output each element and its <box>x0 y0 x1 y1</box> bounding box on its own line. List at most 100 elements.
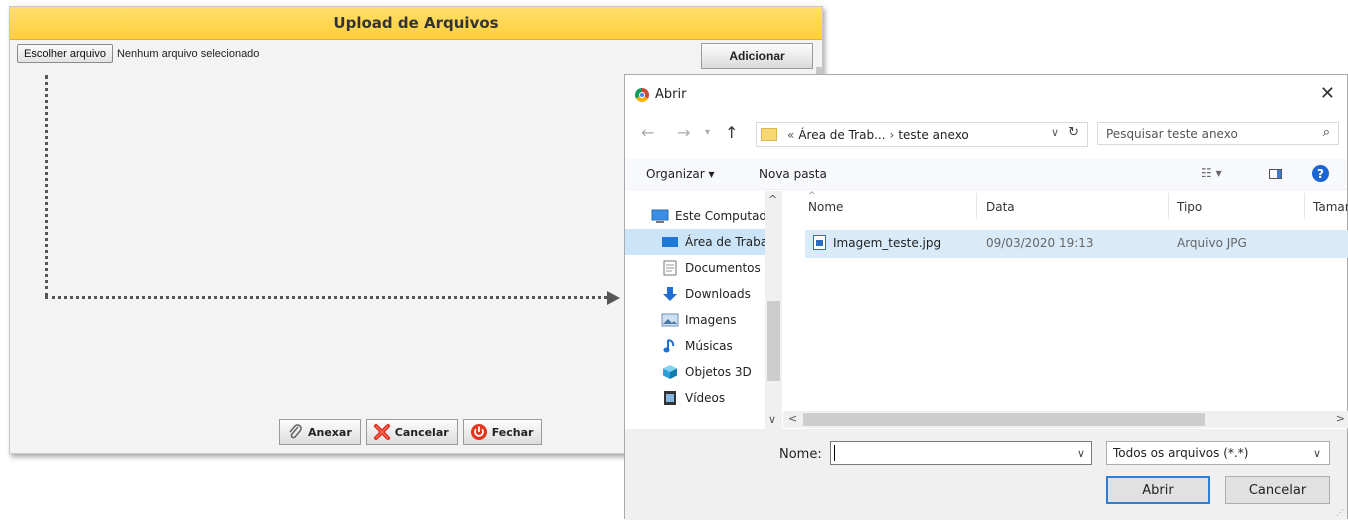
power-icon <box>470 423 488 441</box>
dotted-arrow-vertical <box>45 75 48 297</box>
address-bar[interactable]: « Área de Trab... › teste anexo ∨ ↻ <box>756 122 1088 147</box>
video-icon <box>661 391 679 405</box>
dialog-toolbar: Organizar ▾ Nova pasta ☷ ▾ ? <box>625 159 1347 190</box>
file-type-value: Todos os arquivos (*.*) <box>1113 446 1249 460</box>
red-x-icon <box>373 423 391 441</box>
address-separator: › <box>889 127 895 142</box>
cube-icon <box>661 365 679 379</box>
nav-item-label: Documentos <box>685 261 761 275</box>
file-type-select[interactable]: Todos os arquivos (*.*) ∨ <box>1106 441 1330 465</box>
nav-item-downloads[interactable]: Downloads <box>625 281 765 307</box>
column-date[interactable]: Data <box>986 200 1015 214</box>
column-type[interactable]: Tipo <box>1177 200 1202 214</box>
address-prefix: « <box>787 127 795 142</box>
file-date: 09/03/2020 19:13 <box>986 236 1094 250</box>
help-icon[interactable]: ? <box>1312 165 1329 182</box>
file-name: Imagem_teste.jpg <box>833 236 942 250</box>
close-label: Fechar <box>491 425 534 439</box>
computer-icon <box>651 209 669 223</box>
search-icon[interactable]: ⌕ <box>1323 125 1330 140</box>
navigation-pane: Este Computador Área de Trabalho Documen… <box>625 191 783 429</box>
hscroll-thumb[interactable] <box>803 413 1205 426</box>
nav-item-label: Downloads <box>685 287 751 301</box>
folder-icon <box>761 128 777 141</box>
upload-title: Upload de Arquivos <box>10 7 822 40</box>
forward-arrow-icon[interactable]: → <box>677 123 690 142</box>
arrow-head-icon <box>607 291 620 305</box>
preview-pane-icon[interactable] <box>1269 169 1282 179</box>
nav-item-desktop[interactable]: Área de Trabalho <box>625 229 765 255</box>
search-placeholder: Pesquisar teste anexo <box>1106 126 1238 141</box>
choose-file-button[interactable]: Escolher arquivo <box>17 44 113 63</box>
nav-item-music[interactable]: Músicas <box>625 333 765 359</box>
jpg-file-icon <box>813 235 826 250</box>
dialog-title-bar: Abrir <box>635 87 686 102</box>
nav-scrollbar[interactable]: ^ ∨ <box>765 191 782 429</box>
search-box[interactable]: Pesquisar teste anexo ⌕ <box>1097 122 1339 145</box>
recent-dropdown-icon[interactable]: ▾ <box>705 127 710 138</box>
scroll-left-icon[interactable]: < <box>788 412 797 425</box>
file-type-dropdown-icon: ∨ <box>1312 447 1321 460</box>
file-list-header: ^ Nome Data Tipo Tamanho <box>800 191 1348 219</box>
nav-item-label: Vídeos <box>685 391 726 405</box>
view-options-icon[interactable]: ☷ ▾ <box>1201 166 1222 180</box>
back-arrow-icon[interactable]: ← <box>641 123 654 142</box>
chrome-icon <box>635 87 649 102</box>
file-row[interactable]: Imagem_teste.jpg 09/03/2020 19:13 Arquiv… <box>805 230 1348 258</box>
download-icon <box>661 287 679 301</box>
document-icon <box>661 260 679 276</box>
close-button[interactable]: Fechar <box>462 419 543 445</box>
open-button[interactable]: Abrir <box>1106 476 1210 504</box>
refresh-icon[interactable]: ↻ <box>1068 125 1079 140</box>
dialog-title: Abrir <box>655 87 687 102</box>
file-list-hscrollbar[interactable]: < > <box>783 411 1348 428</box>
organize-menu[interactable]: Organizar ▾ <box>646 167 715 181</box>
upload-actions: Anexar Cancelar Fechar <box>279 419 543 445</box>
address-segment-desktop[interactable]: Área de Trab... <box>798 128 885 142</box>
dotted-arrow-horizontal <box>45 296 607 299</box>
up-arrow-icon[interactable]: ↑ <box>725 123 738 142</box>
attach-label: Anexar <box>308 425 352 439</box>
address-dropdown-icon[interactable]: ∨ <box>1051 126 1059 139</box>
file-type: Arquivo JPG <box>1177 236 1247 250</box>
attach-button[interactable]: Anexar <box>279 419 361 445</box>
add-button[interactable]: Adicionar <box>701 43 813 69</box>
file-name-label: Nome: <box>779 447 822 462</box>
scroll-up-icon[interactable]: ^ <box>768 193 777 206</box>
cancel-button[interactable]: Cancelar <box>1225 476 1330 504</box>
resize-grip-icon[interactable]: ⋰ <box>1336 508 1344 517</box>
paperclip-icon <box>286 423 304 441</box>
nav-item-label: Área de Trabalho <box>685 235 765 249</box>
nav-item-label: Objetos 3D <box>685 365 752 379</box>
file-name-dropdown-icon[interactable]: ∨ <box>1077 447 1085 460</box>
cancel-upload-button[interactable]: Cancelar <box>365 419 458 445</box>
image-icon <box>661 313 679 327</box>
desktop-icon <box>661 235 679 249</box>
column-size[interactable]: Tamanho <box>1313 200 1348 214</box>
navigation-row: ← → ▾ ↑ « Área de Trab... › teste anexo … <box>625 119 1347 147</box>
nav-item-computer[interactable]: Este Computador <box>651 203 765 229</box>
dialog-close-icon[interactable]: ✕ <box>1320 83 1335 104</box>
scroll-down-icon[interactable]: ∨ <box>768 413 776 426</box>
nav-item-videos[interactable]: Vídeos <box>625 385 765 411</box>
nav-item-images[interactable]: Imagens <box>625 307 765 333</box>
address-segment-folder[interactable]: teste anexo <box>898 128 968 142</box>
nav-scroll-thumb[interactable] <box>767 301 780 381</box>
column-separator[interactable] <box>976 193 977 219</box>
open-file-dialog: Abrir ✕ ← → ▾ ↑ « Área de Trab... › test… <box>624 74 1348 520</box>
no-file-label: Nenhum arquivo selecionado <box>116 47 260 60</box>
scroll-right-icon[interactable]: > <box>1336 412 1345 425</box>
new-folder-button[interactable]: Nova pasta <box>759 167 827 181</box>
column-name[interactable]: Nome <box>808 200 843 214</box>
column-separator[interactable] <box>1304 193 1305 219</box>
music-icon <box>661 339 679 353</box>
nav-item-label: Músicas <box>685 339 733 353</box>
nav-item-documents[interactable]: Documentos <box>625 255 765 281</box>
nav-item-3d-objects[interactable]: Objetos 3D <box>625 359 765 385</box>
dialog-bottom-area: Nome: ∨ Todos os arquivos (*.*) ∨ Abrir … <box>625 429 1347 520</box>
column-separator[interactable] <box>1168 193 1169 219</box>
file-chooser-row: Escolher arquivo Nenhum arquivo selecion… <box>17 44 259 63</box>
nav-item-label: Imagens <box>685 313 737 327</box>
file-name-input[interactable] <box>830 441 1092 465</box>
cancel-upload-label: Cancelar <box>394 425 449 439</box>
